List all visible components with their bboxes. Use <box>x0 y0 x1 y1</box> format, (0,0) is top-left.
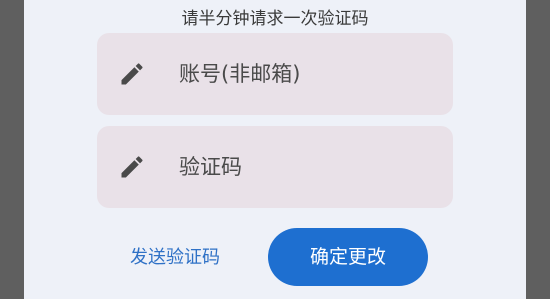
confirm-change-button[interactable]: 确定更改 <box>268 228 428 286</box>
account-field[interactable]: 账号(非邮箱) <box>97 33 453 115</box>
send-code-link[interactable]: 发送验证码 <box>130 245 220 271</box>
dialog-card: 请半分钟请求一次验证码 账号(非邮箱) 验证码 发送验证码 确定更改 <box>24 0 526 299</box>
verification-code-placeholder: 验证码 <box>179 155 242 179</box>
pencil-icon <box>121 156 143 178</box>
verification-code-field[interactable]: 验证码 <box>97 126 453 208</box>
account-placeholder: 账号(非邮箱) <box>179 62 301 86</box>
pencil-icon <box>121 63 143 85</box>
rate-limit-hint: 请半分钟请求一次验证码 <box>181 9 369 29</box>
